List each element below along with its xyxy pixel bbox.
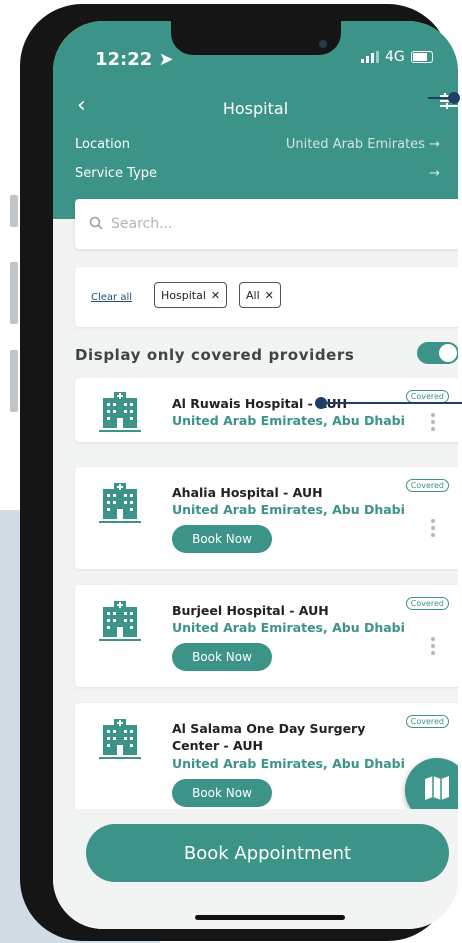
- provider-location: United Arab Emirates, Abu Dhabi: [172, 756, 405, 771]
- search-input[interactable]: Search...: [75, 199, 458, 249]
- provider-card[interactable]: Burjeel Hospital - AUH United Arab Emira…: [75, 585, 458, 687]
- book-appointment-button[interactable]: Book Appointment: [86, 824, 449, 882]
- provider-name: Al Salama One Day Surgery Center - AUH: [172, 721, 366, 753]
- hospital-icon: [99, 599, 141, 647]
- arrow-right-icon: →: [429, 166, 440, 181]
- book-now-button[interactable]: Book Now: [172, 643, 272, 671]
- location-value-row[interactable]: United Arab Emirates →: [286, 137, 440, 152]
- notch: [171, 21, 341, 55]
- status-time: 12:22 ➤: [95, 49, 174, 70]
- covered-toggle[interactable]: [417, 342, 458, 364]
- book-now-button[interactable]: Book Now: [172, 779, 272, 807]
- location-arrow-icon: ➤: [158, 49, 174, 70]
- service-type-row[interactable]: →: [429, 166, 440, 181]
- clear-all-link[interactable]: Clear all: [91, 292, 132, 303]
- provider-card[interactable]: Al Ruwais Hospital - AUH United Arab Emi…: [75, 378, 458, 442]
- chip-hospital[interactable]: Hospital ✕: [154, 282, 228, 308]
- provider-location: United Arab Emirates, Abu Dhabi: [172, 502, 405, 517]
- hospital-icon: [99, 481, 141, 529]
- chip-label: All: [246, 288, 260, 302]
- provider-list[interactable]: Al Ruwais Hospital - AUH United Arab Emi…: [53, 373, 458, 809]
- chip-label: Hospital: [161, 288, 206, 302]
- app-screen: 12:22 ➤ 4G ‹ Hospital Location United Ar…: [53, 21, 458, 929]
- app-header: 12:22 ➤ 4G ‹ Hospital Location United Ar…: [53, 21, 458, 219]
- phone-side-button: [10, 195, 18, 227]
- kebab-menu-icon[interactable]: [431, 519, 435, 540]
- covered-toggle-label: Display only covered providers: [75, 346, 355, 364]
- search-icon: [89, 215, 103, 234]
- status-indicators: 4G: [361, 49, 433, 65]
- book-now-button[interactable]: Book Now: [172, 525, 272, 553]
- close-icon[interactable]: ✕: [211, 289, 220, 302]
- page-title: Hospital: [222, 99, 289, 118]
- phone-frame: 12:22 ➤ 4G ‹ Hospital Location United Ar…: [20, 4, 458, 941]
- covered-badge: Covered: [405, 715, 449, 728]
- location-label: Location: [75, 137, 130, 152]
- provider-name: Ahalia Hospital - AUH: [172, 485, 323, 500]
- phone-volume-down: [10, 350, 18, 412]
- provider-location: United Arab Emirates, Abu Dhabi: [172, 620, 405, 635]
- provider-card[interactable]: Ahalia Hospital - AUH United Arab Emirat…: [75, 467, 458, 569]
- search-placeholder: Search...: [111, 216, 173, 232]
- status-time-text: 12:22: [95, 49, 153, 70]
- callout-line: [428, 97, 454, 99]
- provider-location: United Arab Emirates, Abu Dhabi: [172, 413, 405, 428]
- covered-badge: Covered: [405, 479, 449, 492]
- kebab-menu-icon[interactable]: [431, 637, 435, 658]
- map-icon: [422, 773, 452, 807]
- location-value: United Arab Emirates: [285, 137, 425, 152]
- battery-icon: [410, 51, 433, 63]
- signal-icon: [361, 51, 379, 63]
- hospital-icon: [99, 717, 141, 765]
- camera: [319, 40, 327, 48]
- close-icon[interactable]: ✕: [265, 289, 274, 302]
- callout-line: [321, 402, 462, 404]
- covered-badge: Covered: [405, 597, 449, 610]
- provider-card[interactable]: Al Salama One Day Surgery Center - AUH U…: [75, 703, 458, 809]
- provider-name: Burjeel Hospital - AUH: [172, 603, 329, 618]
- phone-volume-up: [10, 262, 18, 324]
- network-label: 4G: [385, 49, 405, 65]
- chip-all[interactable]: All ✕: [239, 282, 281, 308]
- service-type-label: Service Type: [75, 166, 158, 181]
- kebab-menu-icon[interactable]: [431, 413, 435, 434]
- arrow-right-icon: →: [429, 137, 440, 152]
- active-filters: Clear all Hospital ✕ All ✕: [75, 267, 458, 327]
- hospital-icon: [99, 390, 141, 438]
- home-indicator: [195, 915, 345, 920]
